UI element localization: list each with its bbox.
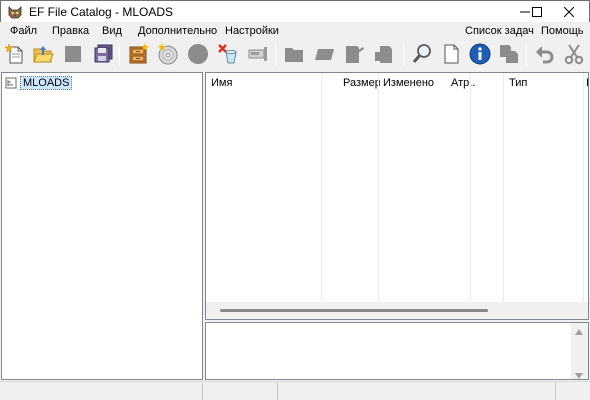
menu-file[interactable]: Файл [10,25,37,37]
scissors-icon [563,43,585,68]
menu-bar: Файл Правка Вид Дополнительно Настройки … [0,22,590,40]
catalog-tree[interactable]: MLOADS [1,72,203,380]
edit-file-button[interactable] [341,42,367,68]
menu-view[interactable]: Вид [102,25,122,37]
close-icon [564,7,574,17]
column-divider [321,73,322,303]
new-document-sparkle-icon [4,42,26,68]
folder-button[interactable] [281,42,307,68]
window-title: EF File Catalog - MLOADS [29,5,174,19]
properties-button[interactable] [245,42,271,68]
info-panel[interactable] [205,322,589,380]
blank-page-icon [440,43,462,68]
open-catalog-button[interactable] [30,42,56,68]
column-divider [378,73,379,303]
file-edit-icon [343,43,365,68]
tree-root-label: MLOADS [20,76,73,90]
move-button[interactable] [371,42,397,68]
toolbar-separator [275,44,276,66]
horizontal-scrollbar[interactable] [206,302,588,319]
column-header-name[interactable]: Имя [206,73,321,93]
add-files-button[interactable] [125,42,151,68]
status-bar [0,381,590,400]
cd-disk-sparkle-icon [157,42,179,68]
info-icon [469,43,491,68]
delete-bin-icon [217,43,239,68]
menu-edit[interactable]: Правка [52,25,89,37]
toolbar [0,40,590,70]
scroll-up-arrow-icon[interactable] [575,326,583,338]
vertical-scrollbar[interactable] [571,323,588,379]
tree-root-node[interactable]: MLOADS [5,76,73,90]
status-segment-2 [203,383,278,400]
menu-help[interactable]: Помощь [541,25,584,37]
open-folder-icon [32,43,54,68]
device-icon [247,43,269,68]
delete-button[interactable] [215,42,241,68]
file-list[interactable]: Имя Размер Изменено Атр... Тип I [205,72,589,320]
undo-button[interactable] [532,42,558,68]
add-disk-button[interactable] [155,42,181,68]
circle-icon [187,43,209,68]
magnifier-icon [411,43,433,68]
close-button[interactable] [547,1,590,23]
floppy-disks-icon [92,43,114,68]
info-button[interactable] [467,42,493,68]
status-segment-3 [278,383,556,400]
menu-task-list[interactable]: Список задач [465,25,534,37]
cut-button[interactable] [561,42,587,68]
stop-button[interactable] [60,42,86,68]
column-header-size[interactable]: Размер [338,73,380,93]
new-catalog-button[interactable] [2,42,28,68]
toolbar-separator [526,44,527,66]
find-button[interactable] [409,42,435,68]
column-header-type[interactable]: Тип [504,73,584,93]
copy-pages-icon [498,43,520,68]
stop-square-icon [62,43,84,68]
cabinet-sparkle-icon [127,42,149,68]
folder-gray-icon [283,43,305,68]
record-button[interactable] [185,42,211,68]
undo-arrow-icon [534,43,556,68]
horizontal-scroll-thumb[interactable] [220,309,488,312]
rename-button[interactable] [311,42,337,68]
column-divider [583,73,584,303]
menu-advanced[interactable]: Дополнительно [138,25,217,37]
menu-settings[interactable]: Настройки [225,25,279,37]
toolbar-separator [119,44,120,66]
maximize-icon [532,7,542,17]
status-segment-4 [556,383,590,400]
column-divider [503,73,504,303]
toolbar-separator [403,44,404,66]
column-divider [470,73,471,303]
copy-button[interactable] [496,42,522,68]
status-segment-1 [0,383,203,400]
file-move-icon [373,43,395,68]
cat-face-icon[interactable] [7,4,23,20]
title-bar: EF File Catalog - MLOADS [0,0,590,22]
new-page-button[interactable] [438,42,464,68]
save-all-button[interactable] [90,42,116,68]
catalog-root-icon [5,77,17,89]
tag-icon [313,43,335,68]
